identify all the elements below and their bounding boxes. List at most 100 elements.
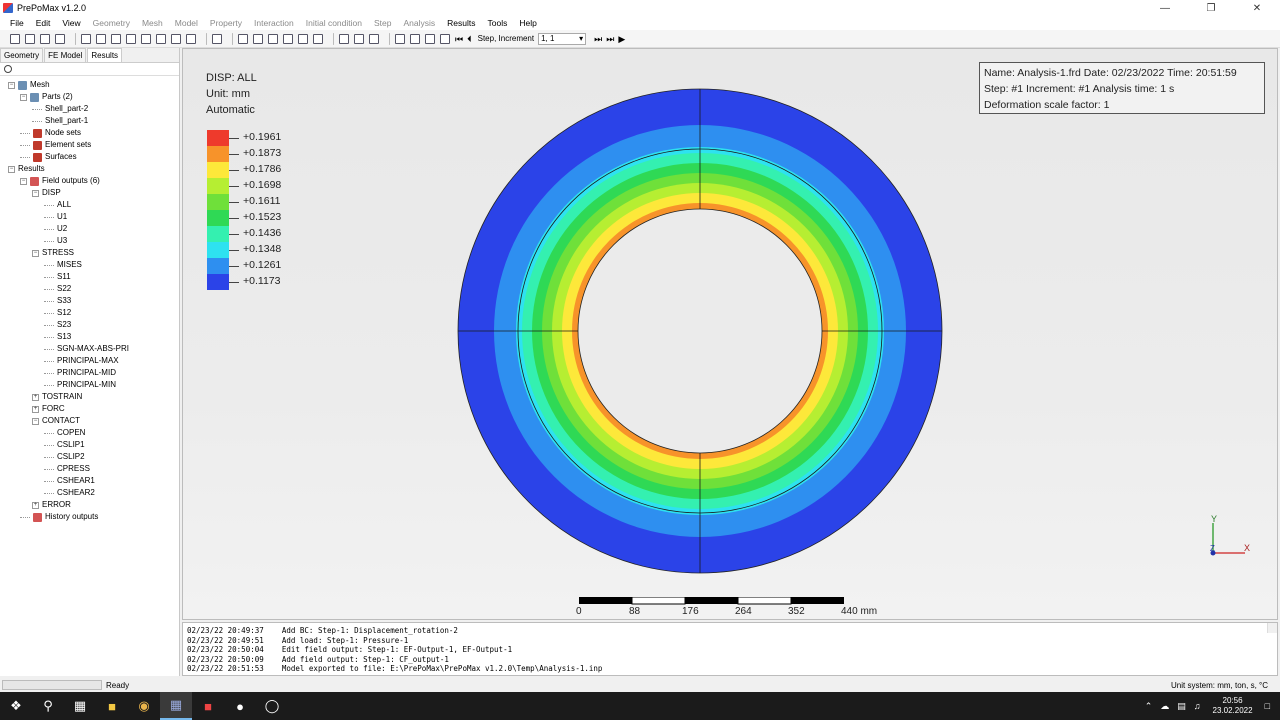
tree-item[interactable]: CSLIP2 [44, 452, 85, 462]
bottom-view-icon[interactable] [141, 33, 151, 44]
expand-icon[interactable]: + [32, 405, 39, 413]
tree-item[interactable]: − CONTACT [32, 416, 80, 426]
section-view-icon[interactable] [268, 33, 278, 44]
collapse-icon[interactable]: − [20, 177, 27, 185]
menu-initial-condition[interactable]: Initial condition [300, 18, 368, 28]
app-ring-icon[interactable]: ◯ [256, 692, 288, 720]
tree-item[interactable]: ALL [44, 200, 71, 210]
menu-step[interactable]: Step [368, 18, 398, 28]
app-s-icon[interactable]: ● [224, 692, 256, 720]
show-all-icon[interactable] [369, 33, 379, 44]
menu-geometry[interactable]: Geometry [87, 18, 136, 28]
graphics-viewport[interactable]: DISP: ALL Unit: mm Automatic +0.1961 +0.1… [182, 48, 1278, 620]
tree-item[interactable]: Node sets [20, 128, 81, 138]
query-icon[interactable] [440, 33, 450, 44]
tree-item[interactable]: Shell_part-2 [32, 104, 88, 114]
chrome-icon[interactable]: ◉ [128, 692, 160, 720]
save-icon[interactable] [55, 33, 65, 44]
tree-item[interactable]: CPRESS [44, 464, 90, 474]
tray-chevron-up-icon[interactable]: ⌃ [1145, 701, 1153, 712]
expand-icon[interactable]: + [32, 501, 39, 509]
hide-icon[interactable] [354, 33, 364, 44]
tree-item[interactable]: S12 [44, 308, 71, 318]
task-view-icon[interactable]: ▦ [64, 692, 96, 720]
minimize-icon[interactable]: — [1142, 0, 1188, 16]
menu-edit[interactable]: Edit [30, 18, 57, 28]
tree-search-input[interactable] [0, 63, 179, 76]
output-log[interactable]: 02/23/22 20:49:37 Add BC: Step-1: Displa… [182, 622, 1278, 676]
tray-cloud-icon[interactable]: ☁ [1160, 701, 1169, 712]
menu-property[interactable]: Property [204, 18, 248, 28]
collapse-icon[interactable]: − [8, 165, 15, 173]
previous-increment-icon[interactable]: ⏴ [467, 34, 472, 44]
top-view-icon[interactable] [126, 33, 136, 44]
tray-network-icon[interactable]: ▤ [1177, 701, 1186, 712]
tree-item[interactable]: U1 [44, 212, 67, 222]
tree-item[interactable]: + TOSTRAIN [32, 392, 82, 402]
new-file-icon[interactable] [10, 33, 20, 44]
tree-item[interactable]: − Parts (2) [20, 92, 73, 102]
file-explorer-icon[interactable]: ■ [96, 692, 128, 720]
tree-item[interactable]: History outputs [20, 512, 98, 522]
tree-item[interactable]: + ERROR [32, 500, 71, 510]
isometric-view-icon[interactable] [212, 33, 222, 44]
displacement-contour-plot[interactable] [183, 49, 1277, 619]
open-file-icon[interactable] [25, 33, 35, 44]
collapse-icon[interactable]: − [32, 249, 39, 257]
step-increment-select[interactable]: 1, 1 ▾ [538, 32, 587, 45]
menu-view[interactable]: View [56, 18, 86, 28]
first-increment-icon[interactable]: ⏮ [455, 34, 463, 44]
tree-item[interactable]: + FORC [32, 404, 65, 414]
tray-speaker-icon[interactable]: ♫ [1194, 701, 1201, 711]
tree-item[interactable]: − Results [8, 164, 45, 174]
tree-item[interactable]: Element sets [20, 140, 91, 150]
color-contours-icon[interactable] [425, 33, 435, 44]
taskbar-clock[interactable]: 20:56 23.02.2022 [1213, 696, 1253, 716]
shaded-icon[interactable] [238, 33, 248, 44]
tree-item[interactable]: CSLIP1 [44, 440, 85, 450]
tree-item[interactable]: S33 [44, 296, 71, 306]
tree-item[interactable]: PRINCIPAL-MAX [44, 356, 119, 366]
tree-item[interactable]: CSHEAR2 [44, 488, 95, 498]
tree-item[interactable]: CSHEAR1 [44, 476, 95, 486]
collapse-icon[interactable]: − [20, 93, 27, 101]
tree-item[interactable]: S22 [44, 284, 71, 294]
tree-item[interactable]: − DISP [32, 188, 61, 198]
tab-geometry[interactable]: Geometry [0, 48, 44, 62]
tab-results[interactable]: Results [87, 48, 123, 62]
foxit-icon[interactable]: ■ [192, 692, 224, 720]
tree-item[interactable]: PRINCIPAL-MIN [44, 380, 116, 390]
tab-fe-model[interactable]: FE Model [44, 48, 87, 62]
collapse-icon[interactable]: − [32, 189, 39, 197]
prepomax-taskbar-icon[interactable]: ▦ [160, 692, 192, 720]
undeformed-icon[interactable] [395, 33, 405, 44]
collapse-icon[interactable]: − [8, 81, 15, 89]
menu-tools[interactable]: Tools [481, 18, 513, 28]
tree-item[interactable]: COPEN [44, 428, 85, 438]
tree-item[interactable]: Surfaces [20, 152, 77, 162]
collapse-icon[interactable]: − [32, 417, 39, 425]
windows-start-icon[interactable]: ❖ [0, 692, 32, 720]
color-bar-icon[interactable] [298, 33, 308, 44]
menu-interaction[interactable]: Interaction [248, 18, 300, 28]
tree-item[interactable]: PRINCIPAL-MID [44, 368, 116, 378]
menu-model[interactable]: Model [169, 18, 204, 28]
normal-view-icon[interactable] [186, 33, 196, 44]
tree-item[interactable]: MISES [44, 260, 82, 270]
menu-results[interactable]: Results [441, 18, 481, 28]
tree-item[interactable]: SGN-MAX-ABS-PRI [44, 344, 129, 354]
search-icon[interactable]: ⚲ [32, 692, 64, 720]
explode-icon[interactable] [283, 33, 293, 44]
menu-file[interactable]: File [4, 18, 30, 28]
tree-item[interactable]: S23 [44, 320, 71, 330]
expand-icon[interactable]: + [32, 393, 39, 401]
tree-item[interactable]: S13 [44, 332, 71, 342]
restore-icon[interactable]: ❐ [1188, 0, 1234, 16]
show-icon[interactable] [339, 33, 349, 44]
right-view-icon[interactable] [171, 33, 181, 44]
tree-item[interactable]: Shell_part-1 [32, 116, 88, 126]
next-increment-icon[interactable]: ⏭ [594, 34, 602, 44]
log-scrollbar[interactable] [1267, 623, 1277, 633]
import-icon[interactable] [40, 33, 50, 44]
tree-item[interactable]: − Field outputs (6) [20, 176, 100, 186]
